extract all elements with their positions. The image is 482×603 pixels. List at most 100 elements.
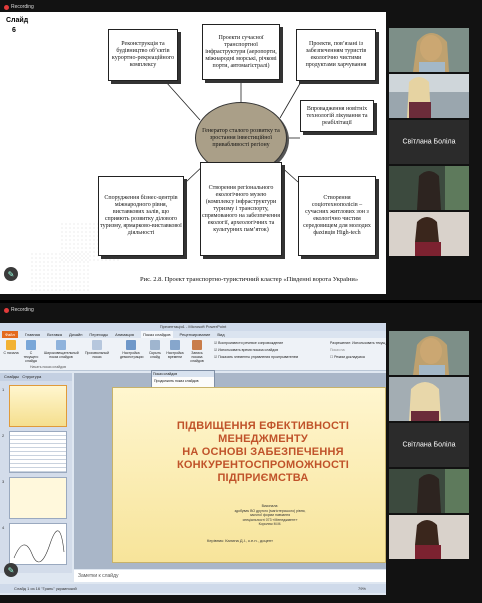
thumb-number: 3 bbox=[2, 479, 5, 484]
participant-tile[interactable] bbox=[389, 331, 469, 375]
recording-label: Recording bbox=[11, 4, 34, 10]
tab-file[interactable]: Файл bbox=[2, 331, 18, 338]
participant-video bbox=[389, 515, 469, 559]
current-slide-icon bbox=[26, 340, 36, 350]
thumb-number: 1 bbox=[2, 387, 5, 392]
figure-caption: Рис. 2.8. Проект транспортно-туристичний… bbox=[140, 276, 359, 283]
window-title: Презентація1 - Microsoft PowerPoint bbox=[0, 323, 386, 331]
participant-tile[interactable] bbox=[389, 469, 469, 513]
tab-outline[interactable]: Структура bbox=[22, 374, 41, 379]
participant-video bbox=[389, 212, 469, 256]
tab-view[interactable]: Вид bbox=[217, 331, 224, 338]
show-on-select[interactable]: Показ на: bbox=[330, 348, 345, 352]
narration-checkbox[interactable]: ☑ Воспроизвести речевое сопровождение bbox=[214, 341, 283, 345]
box-text: Проекти сучасної транспортної інфраструк… bbox=[205, 34, 277, 69]
shared-slide-document: Слайд 6 Реконструкція та будівництво об’є… bbox=[0, 12, 386, 294]
resolution-select[interactable]: Разрешение: Использовать текущ bbox=[330, 341, 385, 345]
button-label: Настройка времени bbox=[166, 351, 184, 359]
recording-label: Recording bbox=[11, 307, 34, 313]
tab-slideshow[interactable]: Показ слайдов bbox=[140, 331, 173, 338]
participant-tile[interactable] bbox=[389, 377, 469, 421]
record-dot-icon bbox=[4, 4, 9, 10]
slide-title-line: ПІДВИЩЕННЯ ЕФЕКТИВНОСТІ МЕНЕДЖМЕНТУ bbox=[176, 420, 350, 445]
box-text: Реконструкція та будівництво об’єктів ку… bbox=[111, 41, 175, 68]
diagram-box-eco-polises: Створення соціотехнополісів – сучасних ж… bbox=[298, 176, 376, 256]
slide-thumbnail[interactable] bbox=[9, 431, 67, 473]
checkbox-label: Режим докладчика bbox=[334, 355, 365, 359]
slide-thumbnail[interactable] bbox=[9, 523, 67, 565]
slide-thumbnail[interactable] bbox=[9, 385, 67, 427]
recording-indicator: Recording bbox=[4, 305, 34, 315]
box-text: Проекти, пов’язані із забезпеченням тури… bbox=[305, 41, 367, 68]
annotate-pencil-icon[interactable]: ✎ bbox=[4, 563, 18, 577]
participant-video bbox=[389, 28, 469, 72]
checkbox-label: Воспроизвести речевое сопровождение bbox=[218, 341, 284, 345]
from-current-button[interactable]: С текущего слайда bbox=[22, 340, 40, 363]
button-label: Настройка демонстрации bbox=[120, 351, 144, 359]
button-label: Запись показа слайдов bbox=[190, 351, 204, 363]
participant-video bbox=[389, 469, 469, 513]
thumb-number: 2 bbox=[2, 433, 5, 438]
box-text: Спорудження бізнес-центрів міжнародного … bbox=[100, 195, 182, 236]
hide-slide-icon bbox=[150, 340, 160, 350]
group-label-text: Начать показ слайдов bbox=[30, 365, 66, 369]
hide-slide-button[interactable]: Скрыть слайд bbox=[146, 340, 164, 359]
powerpoint-window: Презентація1 - Microsoft PowerPoint Файл… bbox=[0, 323, 386, 595]
participant-tile[interactable] bbox=[389, 74, 469, 118]
tab-animation[interactable]: Анимация bbox=[115, 331, 134, 338]
from-beginning-button[interactable]: С начала bbox=[2, 340, 20, 355]
participant-tile-name[interactable]: Світлана Боліла bbox=[389, 423, 469, 467]
tab-design[interactable]: Дизайн bbox=[69, 331, 82, 338]
tab-transitions[interactable]: Переходы bbox=[89, 331, 108, 338]
recording-indicator: Recording bbox=[4, 2, 34, 12]
diagram-box-business-centers: Спорудження бізнес-центрів міжнародного … bbox=[98, 176, 184, 256]
participant-tile-name[interactable]: Світлана Боліла bbox=[389, 120, 469, 164]
status-bar: Слайд 1 из 16 "Грань" украинский 79% bbox=[0, 584, 386, 593]
diagram-box-technologies: Впровадження новітніх технологій лікуван… bbox=[300, 100, 374, 132]
participant-tile[interactable] bbox=[389, 515, 469, 559]
slide-title-line: ПІДПРИЄМСТВА bbox=[217, 472, 309, 484]
presenter-view-checkbox[interactable]: ☐ Режим докладчика bbox=[330, 355, 365, 359]
participant-tile[interactable] bbox=[389, 166, 469, 210]
annotate-pencil-icon[interactable]: ✎ bbox=[4, 267, 18, 281]
rehearse-timings-button[interactable]: Настройка времени bbox=[166, 340, 184, 359]
participant-tile[interactable] bbox=[389, 212, 469, 256]
button-label: С текущего слайда bbox=[23, 351, 39, 363]
ribbon: С начала С текущего слайда Широковещател… bbox=[0, 338, 386, 371]
status-text: Слайд 1 из 16 "Грань" украинский bbox=[14, 586, 77, 591]
checkbox-label: Показать элементы управления проигрывате… bbox=[218, 355, 299, 359]
checkbox-label: Использовать время показа слайдов bbox=[218, 348, 279, 352]
slide-thumbnail[interactable] bbox=[9, 477, 67, 519]
ribbon-tabs: Файл Главная Вставка Дизайн Переходы Ани… bbox=[0, 331, 386, 338]
timings-checkbox[interactable]: ☑ Использовать время показа слайдов bbox=[214, 348, 278, 352]
media-controls-checkbox[interactable]: ☑ Показать элементы управления проигрыва… bbox=[214, 355, 298, 359]
broadcast-button[interactable]: Широковещательный показ слайдов bbox=[44, 340, 79, 359]
participant-video bbox=[389, 166, 469, 210]
show-on-label: Показ на: bbox=[330, 348, 346, 352]
record-show-button[interactable]: Запись показа слайдов bbox=[186, 340, 208, 363]
tab-home[interactable]: Главная bbox=[25, 331, 40, 338]
custom-show-button[interactable]: Произвольный показ bbox=[84, 340, 110, 359]
meeting-panel-bottom: Recording Презентація1 - Microsoft Power… bbox=[0, 303, 482, 603]
participant-tile[interactable] bbox=[389, 28, 469, 72]
slide-supervisor: Керівник: Калина Д.І., к.е.н., доцент bbox=[207, 538, 273, 543]
notes-pane[interactable]: Заметки к слайду bbox=[74, 570, 386, 582]
setup-icon bbox=[126, 340, 136, 350]
diagram-box-reconstruction: Реконструкція та будівництво об’єктів ку… bbox=[108, 29, 178, 81]
box-text: Створення регіонального екологічного муз… bbox=[202, 184, 280, 233]
participant-name: Світлана Боліла bbox=[402, 138, 456, 146]
button-label: С начала bbox=[3, 351, 19, 355]
slides-pane: Слайды Структура 1 2 3 4 bbox=[0, 373, 72, 573]
button-label: Произвольный показ bbox=[85, 351, 109, 359]
setup-show-button[interactable]: Настройка демонстрации bbox=[120, 340, 144, 359]
slideshow-start-icon bbox=[6, 340, 16, 350]
slide-title-line: НА ОСНОВІ ЗАБЕЗПЕЧЕННЯ bbox=[182, 446, 344, 458]
broadcast-icon bbox=[56, 340, 66, 350]
button-label: Широковещательный показ слайдов bbox=[44, 351, 79, 359]
tab-review[interactable]: Рецензирование bbox=[180, 331, 211, 338]
tab-insert[interactable]: Вставка bbox=[47, 331, 62, 338]
zoom-level[interactable]: 79% bbox=[358, 584, 366, 593]
tab-slides[interactable]: Слайды bbox=[4, 374, 19, 379]
current-slide[interactable]: ПІДВИЩЕННЯ ЕФЕКТИВНОСТІ МЕНЕДЖМЕНТУ НА О… bbox=[112, 387, 386, 563]
participant-name: Світлана Боліла bbox=[402, 441, 456, 449]
